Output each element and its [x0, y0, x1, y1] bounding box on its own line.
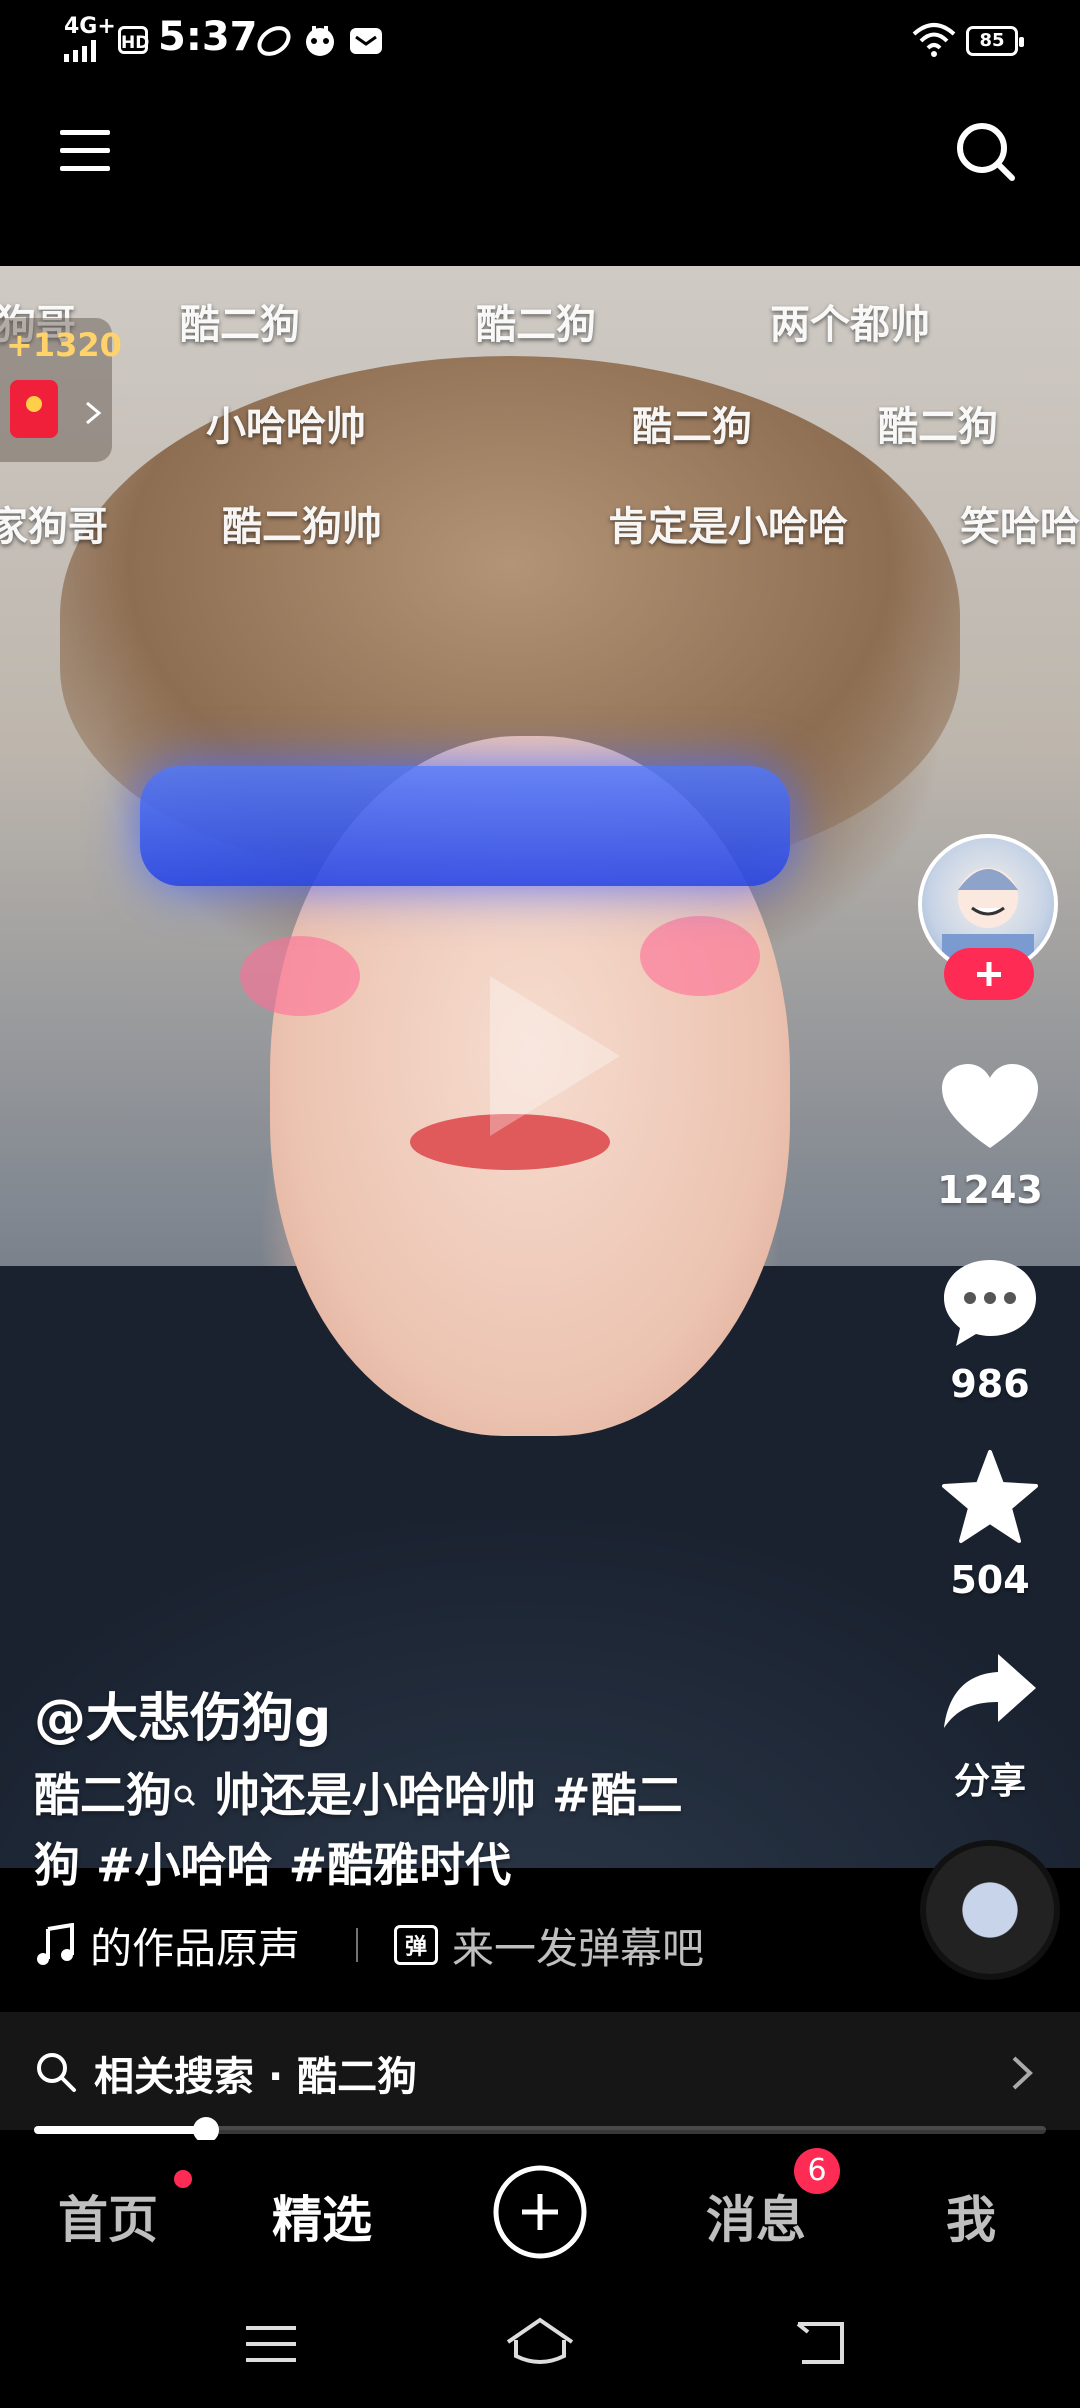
search-hint-icon: [174, 1785, 196, 1807]
hd-badge: HD: [118, 26, 149, 54]
favorite-count: 504: [950, 1558, 1030, 1602]
video-progress-fill: [34, 2126, 207, 2134]
hashtag[interactable]: 狗: [34, 1838, 80, 1892]
related-search-label: 相关搜索 · 酷二狗: [94, 2044, 417, 2102]
related-search-bar[interactable]: 相关搜索 · 酷二狗: [0, 2012, 1080, 2130]
top-nav: [0, 86, 1080, 266]
music-row: 的作品原声 弹 来一发弹幕吧: [34, 1910, 704, 1980]
video-player[interactable]: 狗哥 酷二狗 酷二狗 两个都帅 小哈哈帅 酷二狗 酷二狗 家狗哥 酷二狗帅 肯定…: [0, 266, 1080, 1868]
plus-icon: [977, 962, 1001, 986]
search-icon[interactable]: [954, 120, 1018, 184]
search-icon: [37, 2053, 76, 2092]
author-name[interactable]: @大悲伤狗g: [34, 1676, 331, 1751]
heart-icon[interactable]: [940, 1062, 1040, 1152]
wifi-icon: [912, 23, 956, 57]
red-packet-widget[interactable]: +1320: [0, 318, 122, 462]
tab-messages[interactable]: 消息: [706, 2180, 806, 2252]
battery-indicator: 85: [966, 26, 1024, 56]
music-note-icon: [257, 26, 291, 56]
coin-icon: [26, 396, 42, 412]
mail-icon: [350, 28, 382, 54]
system-navigation-bar: [0, 2282, 1080, 2408]
video-caption: 酷二狗 帅还是小哈哈帅 #酷二 狗 #小哈哈 #酷雅时代: [34, 1760, 774, 1900]
video-glowing-visor: [140, 766, 790, 886]
robot-face-icon: [306, 26, 334, 56]
danmaku-comment: 酷二狗: [180, 302, 300, 348]
recents-icon[interactable]: [244, 2322, 298, 2366]
caption-keyword[interactable]: 酷二狗: [34, 1768, 172, 1822]
music-title[interactable]: 的作品原声: [90, 1915, 300, 1976]
back-icon[interactable]: [792, 2320, 848, 2368]
danmaku-comment: 酷二狗: [878, 404, 998, 450]
tab-home[interactable]: 首页: [58, 2180, 158, 2252]
chevron-right-icon: [1012, 2056, 1033, 2090]
danmaku-comment: 肯定是小哈哈: [608, 504, 848, 550]
music-disc[interactable]: [926, 1846, 1054, 1974]
related-search-query: 酷二狗: [297, 2054, 418, 2100]
danmaku-comment: 酷二狗: [632, 404, 752, 450]
danmaku-comment: 酷二狗帅: [222, 504, 382, 550]
divider: [356, 1928, 359, 1962]
music-note-icon: [37, 1923, 74, 1965]
home-icon[interactable]: [504, 2316, 576, 2370]
bottom-tab-bar: 首页 精选 消息 6 我: [0, 2140, 1080, 2282]
comment-count: 986: [950, 1362, 1030, 1406]
related-search-separator: ·: [267, 2054, 284, 2100]
star-icon[interactable]: [940, 1448, 1040, 1544]
share-label: 分享: [953, 1761, 1026, 1802]
signal-icon: [64, 40, 96, 62]
danmaku-comment: 家狗哥: [0, 504, 108, 550]
comment-icon[interactable]: [940, 1256, 1040, 1350]
hashtag[interactable]: #小哈哈: [96, 1838, 273, 1892]
danmaku-comment: 小哈哈帅: [206, 404, 366, 450]
video-blush: [640, 916, 760, 996]
hamburger-menu-icon[interactable]: [60, 126, 112, 176]
video-blush: [240, 936, 360, 1016]
danmaku-icon: 弹: [394, 1925, 439, 1965]
tab-me[interactable]: 我: [946, 2180, 996, 2252]
like-count: 1243: [937, 1168, 1043, 1212]
danmaku-comment: 笑哈哈: [960, 504, 1080, 550]
danmaku-comment: 两个都帅: [770, 302, 930, 348]
home-notification-dot: [174, 2170, 192, 2188]
network-indicator: 4G+: [64, 14, 116, 39]
red-packet-count: +1320: [6, 326, 122, 364]
hashtag[interactable]: #酷二: [552, 1768, 683, 1822]
follow-button[interactable]: [944, 948, 1034, 1000]
caption-text: 帅还是小哈哈帅: [214, 1768, 537, 1822]
hashtag[interactable]: #酷雅时代: [289, 1838, 512, 1892]
status-time: 5:37: [158, 14, 258, 60]
create-post-button[interactable]: [490, 2162, 590, 2262]
tab-featured[interactable]: 精选: [272, 2180, 372, 2252]
chevron-right-icon: [86, 401, 102, 425]
share-icon[interactable]: [942, 1650, 1038, 1730]
danmaku-input[interactable]: 来一发弹幕吧: [452, 1915, 704, 1976]
messages-badge: 6: [794, 2148, 840, 2194]
red-envelope-icon: [10, 380, 58, 438]
related-search-prefix: 相关搜索: [94, 2054, 254, 2100]
status-bar: 4G+ HD 5:37 85: [0, 0, 1080, 86]
play-icon[interactable]: [470, 966, 630, 1146]
danmaku-comment: 酷二狗: [476, 302, 596, 348]
